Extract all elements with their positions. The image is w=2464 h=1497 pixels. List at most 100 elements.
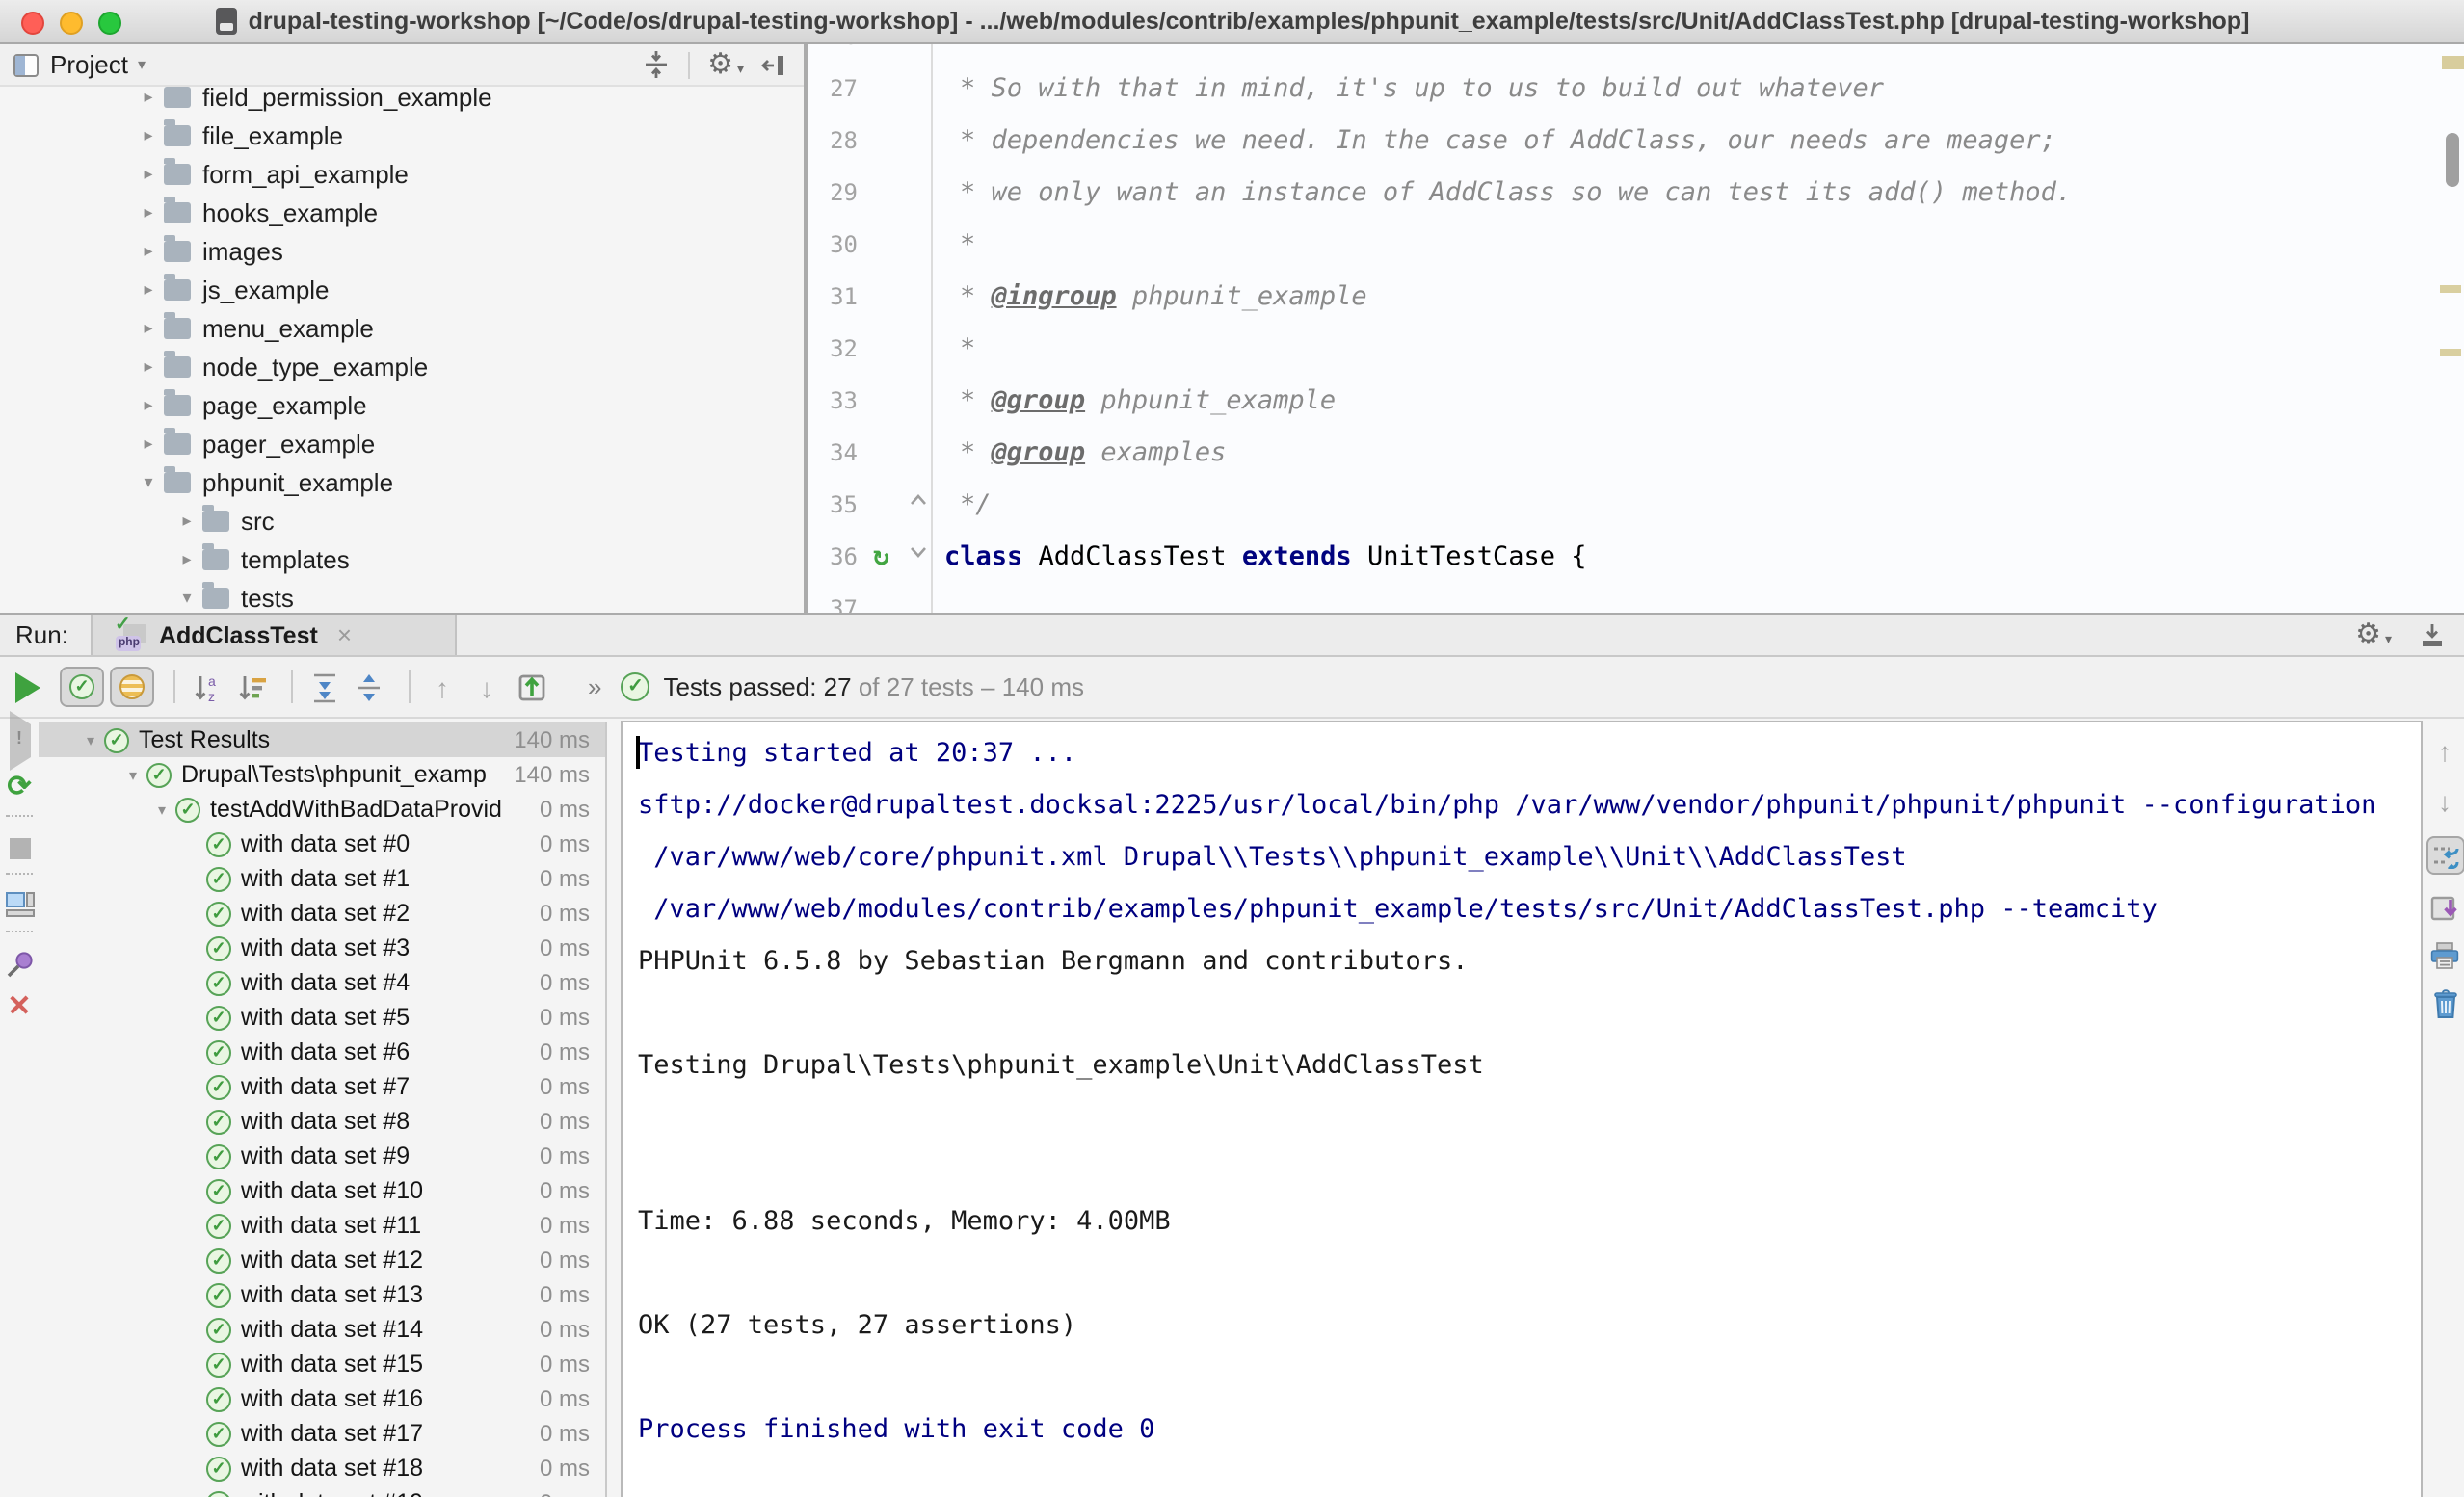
collapse-all-icon[interactable] <box>642 50 671 79</box>
clear-all-icon[interactable] <box>2431 988 2458 1019</box>
test-tree-row[interactable]: ✓ with data set #7 0 ms <box>39 1069 605 1104</box>
line-number: 32 <box>808 324 858 376</box>
console-output[interactable]: Testing started at 20:37 ... sftp://dock… <box>621 721 2423 1497</box>
test-tree-row[interactable]: ▾ ✓ Drupal\Tests\phpunit_examp 140 ms <box>39 757 605 792</box>
project-tree-item[interactable]: ▸ node_type_example <box>0 347 804 385</box>
run-test-gutter-icon[interactable]: ↻ <box>873 532 889 584</box>
tree-toggle-icon[interactable]: ▸ <box>135 201 162 223</box>
test-tree-row[interactable]: ✓ with data set #0 0 ms <box>39 827 605 861</box>
previous-failed-test-button[interactable]: ↑ <box>424 667 461 707</box>
stop-button[interactable] <box>9 838 30 859</box>
project-tree-item[interactable]: ▸ field_permission_example <box>0 87 804 116</box>
project-tree-item[interactable]: ▾ phpunit_example <box>0 462 804 501</box>
test-tree-row[interactable]: ✓ with data set #19 0 ms <box>39 1485 605 1497</box>
tree-toggle-icon[interactable]: ▸ <box>135 433 162 454</box>
close-panel-icon[interactable]: ✕ <box>7 992 31 1021</box>
tree-toggle-icon[interactable]: ▸ <box>135 124 162 145</box>
chevrons-more-icon[interactable]: » <box>588 672 601 701</box>
test-tree-row[interactable]: ✓ with data set #9 0 ms <box>39 1139 605 1173</box>
project-tree-item[interactable]: ▾ tests <box>0 578 804 613</box>
test-tree-row[interactable]: ✓ with data set #12 0 ms <box>39 1243 605 1277</box>
project-settings-button[interactable]: ⚙▾ <box>707 50 744 79</box>
tree-toggle-icon[interactable]: ▾ <box>119 766 146 783</box>
editor-scrollbar-thumb[interactable] <box>2446 133 2459 187</box>
project-tree-item[interactable]: ▸ form_api_example <box>0 154 804 193</box>
test-tree-row[interactable]: ✓ with data set #16 0 ms <box>39 1381 605 1416</box>
project-tree-item[interactable]: ▸ file_example <box>0 116 804 154</box>
test-tree-row[interactable]: ✓ with data set #2 0 ms <box>39 896 605 931</box>
scroll-to-end-button[interactable] <box>2430 894 2459 923</box>
next-occurrence-icon[interactable]: ↓ <box>2438 786 2451 817</box>
sort-by-duration-button[interactable] <box>233 667 270 707</box>
test-tree-row[interactable]: ✓ with data set #14 0 ms <box>39 1312 605 1347</box>
tree-toggle-icon[interactable]: ▸ <box>173 548 200 569</box>
test-passed-icon: ✓ <box>206 1282 231 1307</box>
show-passed-toggle[interactable]: ✓ <box>60 667 104 707</box>
tree-toggle-icon[interactable]: ▾ <box>135 471 162 492</box>
project-tree-item[interactable]: ▸ page_example <box>0 385 804 424</box>
soft-wrap-toggle[interactable] <box>2425 836 2464 875</box>
project-tree-item[interactable]: ▸ pager_example <box>0 424 804 462</box>
zoom-window-button[interactable] <box>98 12 121 35</box>
test-tree-row[interactable]: ✓ with data set #4 0 ms <box>39 965 605 1000</box>
tree-toggle-icon[interactable]: ▾ <box>148 801 175 818</box>
test-tree-row[interactable]: ✓ with data set #3 0 ms <box>39 931 605 965</box>
project-tree-item[interactable]: ▸ src <box>0 501 804 539</box>
test-tree-row[interactable]: ✓ with data set #13 0 ms <box>39 1277 605 1312</box>
close-window-button[interactable] <box>21 12 44 35</box>
toggle-auto-test-icon[interactable]: ⟳ <box>7 773 31 801</box>
collapse-all-button[interactable] <box>351 667 387 707</box>
minimize-window-button[interactable] <box>60 12 83 35</box>
run-tab-addclasstest[interactable]: php ✓ AddClassTest × <box>92 615 458 655</box>
test-tree-row[interactable]: ▾ ✓ Test Results 140 ms <box>39 722 605 757</box>
code-editor[interactable]: 26 27* So with that in mind, it's up to … <box>808 44 2464 613</box>
project-panel-title[interactable]: Project <box>50 50 128 79</box>
pin-tab-button[interactable] <box>5 950 34 979</box>
chevron-down-icon[interactable]: ▾ <box>138 56 146 73</box>
test-tree-row[interactable]: ✓ with data set #6 0 ms <box>39 1035 605 1069</box>
project-tree-item[interactable]: ▸ menu_example <box>0 308 804 347</box>
hide-panel-icon[interactable] <box>2419 621 2446 648</box>
tree-toggle-icon[interactable]: ▸ <box>173 510 200 531</box>
scrollbar-warning-stripe[interactable] <box>2440 349 2461 356</box>
import-test-results-button[interactable] <box>513 667 549 707</box>
test-name: with data set #1 <box>241 865 532 892</box>
print-button[interactable] <box>2430 942 2459 969</box>
test-tree-row[interactable]: ✓ with data set #17 0 ms <box>39 1416 605 1451</box>
tree-toggle-icon[interactable]: ▾ <box>77 731 104 748</box>
test-tree-row[interactable]: ✓ with data set #15 0 ms <box>39 1347 605 1381</box>
tree-toggle-icon[interactable]: ▸ <box>135 355 162 377</box>
project-tree-item[interactable]: ▸ hooks_example <box>0 193 804 231</box>
show-ignored-toggle[interactable] <box>110 667 154 707</box>
hide-panel-icon[interactable] <box>761 51 788 78</box>
fold-marker-icon[interactable] <box>910 493 927 507</box>
tree-toggle-icon[interactable]: ▸ <box>135 163 162 184</box>
tree-toggle-icon[interactable]: ▸ <box>135 278 162 300</box>
tree-toggle-icon[interactable]: ▸ <box>135 317 162 338</box>
scrollbar-warning-stripe[interactable] <box>2440 285 2461 293</box>
sort-alphabetically-button[interactable]: az <box>189 667 225 707</box>
test-tree-row[interactable]: ✓ with data set #5 0 ms <box>39 1000 605 1035</box>
test-tree-row[interactable]: ✓ with data set #1 0 ms <box>39 861 605 896</box>
expand-all-button[interactable] <box>306 667 343 707</box>
restore-layout-button[interactable] <box>5 892 34 917</box>
tree-toggle-icon[interactable]: ▾ <box>173 587 200 608</box>
test-tree-row[interactable]: ✓ with data set #11 0 ms <box>39 1208 605 1243</box>
project-tree-item[interactable]: ▸ images <box>0 231 804 270</box>
tree-toggle-icon[interactable]: ▸ <box>135 394 162 415</box>
test-tree-row[interactable]: ✓ with data set #10 0 ms <box>39 1173 605 1208</box>
fold-marker-icon[interactable] <box>910 545 927 559</box>
run-settings-button[interactable]: ⚙▾ <box>2355 617 2392 652</box>
rerun-tests-icon[interactable] <box>15 671 40 702</box>
test-tree-row[interactable]: ▾ ✓ testAddWithBadDataProvid 0 ms <box>39 792 605 827</box>
tree-toggle-icon[interactable]: ▸ <box>135 87 162 107</box>
project-tree-item[interactable]: ▸ js_example <box>0 270 804 308</box>
test-tree-row[interactable]: ✓ with data set #8 0 ms <box>39 1104 605 1139</box>
prev-occurrence-icon[interactable]: ↑ <box>2438 736 2451 767</box>
test-tree-row[interactable]: ✓ with data set #18 0 ms <box>39 1451 605 1485</box>
next-failed-test-button[interactable]: ↓ <box>468 667 505 707</box>
rerun-failed-tests-button[interactable]: ! <box>9 724 30 759</box>
close-tab-icon[interactable]: × <box>337 620 352 649</box>
project-tree-item[interactable]: ▸ templates <box>0 539 804 578</box>
tree-toggle-icon[interactable]: ▸ <box>135 240 162 261</box>
